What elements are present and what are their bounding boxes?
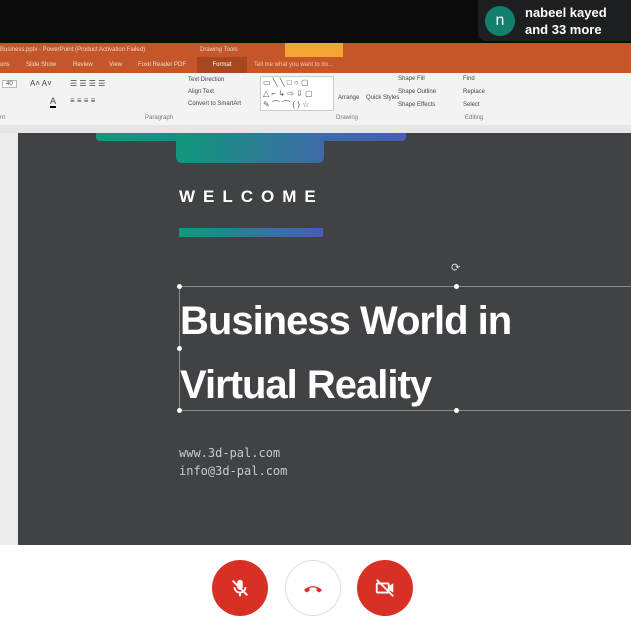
shape-fill-button[interactable]: Shape Fill bbox=[398, 76, 425, 82]
tab-review[interactable]: Review bbox=[73, 57, 93, 73]
header-tab bbox=[176, 133, 324, 163]
ribbon: 40 A˄ A˅ A ☰ ☰ ☰ ☰ ≡ ≡ ≡ ≡ Text Directio… bbox=[0, 73, 631, 125]
title-bar: Business.pptx - PowerPoint (Product Acti… bbox=[0, 43, 631, 57]
ribbon-tabs: ons Slide Show Review View Foxit Reader … bbox=[0, 57, 631, 73]
grow-font-icon[interactable]: A˄ A˅ bbox=[30, 79, 52, 88]
select-button[interactable]: Select bbox=[463, 102, 480, 108]
font-size-select[interactable]: 40 bbox=[2, 80, 17, 88]
context-tab-label: Drawing Tools bbox=[200, 47, 238, 53]
shape-effects-button[interactable]: Shape Effects bbox=[398, 102, 435, 108]
mic-off-icon bbox=[232, 579, 248, 597]
screen-share-indicator bbox=[285, 43, 343, 57]
bullets-icon[interactable]: ☰ ☰ ☰ ☰ bbox=[70, 79, 105, 88]
participants-chip[interactable]: n nabeel kayed and 33 more bbox=[478, 0, 631, 41]
font-color-icon[interactable]: A bbox=[50, 96, 57, 108]
email-text: info@3d-pal.com bbox=[179, 464, 288, 478]
align-icons[interactable]: ≡ ≡ ≡ ≡ bbox=[70, 96, 95, 105]
tab-slide-show[interactable]: Slide Show bbox=[26, 57, 56, 73]
tab-add-ins[interactable]: ons bbox=[0, 57, 10, 73]
title-textbox[interactable]: Business World in Virtual Reality bbox=[179, 286, 631, 411]
resize-handle[interactable] bbox=[177, 284, 182, 289]
accent-bar bbox=[179, 228, 323, 237]
thumbnail-pane-edge[interactable] bbox=[0, 133, 18, 545]
group-editing-label: Editing bbox=[465, 115, 484, 121]
text-direction-button[interactable]: Text Direction bbox=[188, 77, 224, 83]
resize-handle[interactable] bbox=[454, 284, 459, 289]
group-font-label: nt bbox=[0, 115, 6, 121]
camera-toggle-button[interactable] bbox=[357, 560, 413, 616]
call-controls-bar bbox=[0, 545, 631, 631]
arrange-button[interactable]: Arrange bbox=[338, 95, 359, 101]
resize-handle[interactable] bbox=[454, 408, 459, 413]
title-line-2: Virtual Reality bbox=[180, 363, 432, 407]
find-button[interactable]: Find bbox=[463, 76, 475, 82]
hang-up-icon bbox=[304, 586, 322, 593]
quick-styles-button[interactable]: Quick Styles bbox=[366, 95, 399, 101]
resize-handle[interactable] bbox=[177, 408, 182, 413]
group-drawing-label: Drawing bbox=[336, 115, 359, 121]
ribbon-divider bbox=[0, 125, 631, 133]
tell-me-search[interactable]: Tell me what you want to do... bbox=[254, 57, 333, 73]
align-text-button[interactable]: Align Text bbox=[188, 89, 214, 95]
title-line-1: Business World in bbox=[180, 299, 512, 343]
tab-foxit[interactable]: Foxit Reader PDF bbox=[138, 57, 186, 73]
window-title: Business.pptx - PowerPoint (Product Acti… bbox=[0, 47, 146, 53]
participant-count: and 33 more bbox=[525, 21, 602, 37]
participant-name: nabeel kayed bbox=[525, 4, 607, 20]
avatar: n bbox=[485, 5, 515, 36]
shape-outline-button[interactable]: Shape Outline bbox=[398, 89, 436, 95]
rotate-handle-icon[interactable]: ⟳ bbox=[451, 261, 460, 274]
leave-call-button[interactable] bbox=[285, 560, 341, 616]
tab-format[interactable]: Format bbox=[197, 57, 247, 73]
welcome-label: WELCOME bbox=[179, 187, 324, 206]
resize-handle[interactable] bbox=[177, 346, 182, 351]
website-text: www.3d-pal.com bbox=[179, 446, 281, 460]
camera-off-icon bbox=[375, 579, 394, 597]
tab-view[interactable]: View bbox=[109, 57, 122, 73]
shapes-gallery[interactable]: ▭ ╲ ╲ □ ○ ▢ △ ⌐ ↳ ⇨ ⇩ ▢ ✎ ⌒ ⌒ ( ) ☆ bbox=[260, 76, 334, 111]
convert-smartart-button[interactable]: Convert to SmartArt bbox=[188, 101, 241, 107]
mic-toggle-button[interactable] bbox=[212, 560, 268, 616]
group-paragraph-label: Paragraph bbox=[145, 115, 174, 121]
replace-button[interactable]: Replace bbox=[463, 89, 485, 95]
slide-canvas[interactable]: WELCOME Business World in Virtual Realit… bbox=[18, 133, 631, 545]
